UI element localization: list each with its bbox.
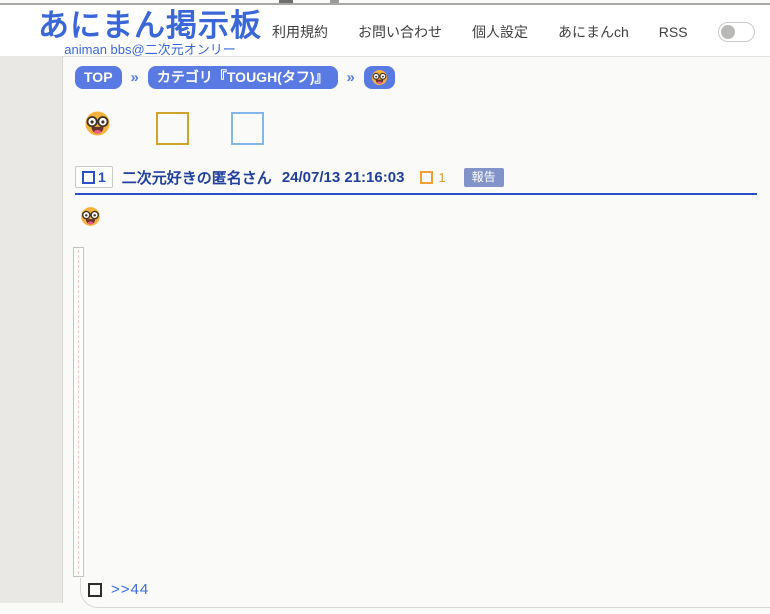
- left-gutter: [0, 56, 63, 603]
- post-card-bottom-border: [80, 578, 770, 608]
- post-number: 1: [98, 169, 106, 185]
- site-subtitle: animan bbs@二次元オンリー: [38, 43, 262, 56]
- breadcrumb-category-link[interactable]: カテゴリ『TOUGH(タフ)』: [148, 66, 338, 89]
- toggle-knob-icon: [721, 25, 735, 39]
- image-placeholder-gold[interactable]: [156, 112, 189, 145]
- collapsed-quote-scrollbar[interactable]: [73, 247, 84, 577]
- nav-personal-settings-link[interactable]: 個人設定: [472, 22, 528, 42]
- theme-toggle[interactable]: [718, 22, 755, 42]
- page-root: あにまん掲示板 animan bbs@二次元オンリー 利用規約 お問い合わせ 個…: [0, 0, 770, 614]
- post-header: 1 二次元好きの匿名さん 24/07/13 21:16:03 1 報告: [75, 166, 757, 195]
- post-author: 二次元好きの匿名さん: [122, 167, 272, 188]
- site-title[interactable]: あにまん掲示板: [38, 9, 262, 43]
- post-timestamp: 24/07/13 21:16:03: [282, 169, 405, 186]
- post-number-box[interactable]: 1: [75, 166, 113, 188]
- header-nav: 利用規約 お問い合わせ 個人設定 あにまんch RSS ク: [272, 22, 770, 42]
- post-body-emoji-wrap: [80, 206, 101, 227]
- nerd-face-emoji: [371, 69, 388, 86]
- image-placeholder-blue[interactable]: [231, 112, 264, 145]
- nav-terms-link[interactable]: 利用規約: [272, 22, 328, 42]
- nerd-face-emoji: [80, 206, 101, 227]
- breadcrumb-top-link[interactable]: TOP: [75, 66, 122, 89]
- nav-contact-link[interactable]: お問い合わせ: [358, 22, 442, 42]
- like-count: 1: [438, 170, 445, 185]
- clipped-top-text-fragment: [279, 0, 293, 3]
- breadcrumb-separator: »: [347, 69, 355, 86]
- scrollbar-track-line: [78, 250, 79, 574]
- site-logo[interactable]: あにまん掲示板 animan bbs@二次元オンリー: [38, 9, 262, 56]
- report-button[interactable]: 報告: [464, 168, 504, 187]
- site-header: あにまん掲示板 animan bbs@二次元オンリー 利用規約 お問い合わせ 個…: [0, 5, 770, 57]
- nerd-face-emoji: [84, 110, 111, 137]
- breadcrumb-separator: »: [131, 69, 139, 86]
- thread-icons-row: [84, 110, 264, 145]
- nav-rss-link[interactable]: RSS: [659, 24, 688, 40]
- like-square-icon: [420, 171, 433, 184]
- breadcrumb-thread-link[interactable]: [364, 66, 395, 89]
- clipped-top-text-fragment: [330, 0, 339, 3]
- like-counter[interactable]: 1: [420, 170, 445, 185]
- checkbox-square-icon: [82, 171, 95, 184]
- nav-animanch-link[interactable]: あにまんch: [558, 22, 629, 42]
- breadcrumb: TOP » カテゴリ『TOUGH(タフ)』 »: [75, 66, 395, 89]
